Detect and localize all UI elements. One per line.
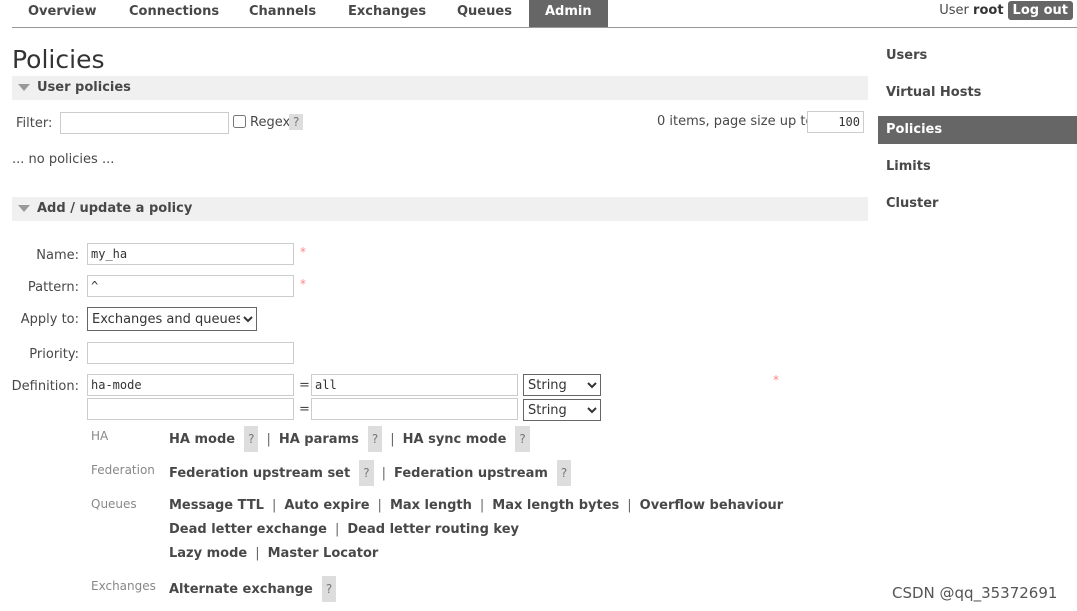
nav-tab-queues[interactable]: Queues bbox=[457, 4, 512, 19]
policy-key-link[interactable]: Max length bytes bbox=[492, 498, 619, 513]
separator: | bbox=[627, 498, 632, 513]
definition-value-input[interactable] bbox=[311, 374, 518, 396]
help-category: Federation bbox=[91, 463, 155, 477]
help-links: Federation upstream set? | Federation upst… bbox=[169, 460, 572, 486]
regex-label: Regex bbox=[250, 115, 291, 130]
regex-checkbox[interactable] bbox=[233, 115, 246, 128]
items-count: 0 items, page size up to bbox=[657, 114, 814, 129]
filter-input[interactable] bbox=[60, 112, 229, 134]
separator: | bbox=[271, 498, 277, 513]
definition-type-select[interactable]: String bbox=[523, 374, 601, 396]
policy-key-link[interactable]: HA mode bbox=[169, 432, 235, 447]
policy-key-link[interactable]: HA params bbox=[279, 432, 359, 447]
priority-input[interactable] bbox=[87, 342, 294, 364]
separator: | bbox=[255, 546, 260, 561]
priority-label: Priority: bbox=[29, 347, 79, 362]
pattern-input[interactable] bbox=[87, 275, 294, 297]
help-button[interactable]: ? bbox=[244, 426, 259, 452]
separator: | bbox=[381, 466, 386, 481]
required-marker: * bbox=[300, 277, 306, 291]
page-title: Policies bbox=[12, 45, 105, 74]
separator: | bbox=[377, 498, 382, 513]
help-links: Alternate exchange? bbox=[169, 576, 337, 602]
help-links: HA mode? | HA params? | HA sync mode? bbox=[169, 426, 530, 452]
user-info: User root Log out bbox=[939, 1, 1073, 20]
definition-key-input[interactable] bbox=[87, 374, 294, 396]
policy-key-link[interactable]: Dead letter routing key bbox=[347, 522, 519, 537]
help-button[interactable]: ? bbox=[556, 460, 572, 486]
sidebar-item-limits[interactable]: Limits bbox=[878, 153, 1077, 181]
policy-key-link[interactable]: Max length bbox=[390, 498, 472, 513]
policy-key-link[interactable]: Federation upstream bbox=[394, 466, 548, 481]
sidebar-item-virtual-hosts[interactable]: Virtual Hosts bbox=[878, 79, 1077, 107]
watermark: CSDN @qq_35372691 bbox=[892, 584, 1058, 602]
separator: | bbox=[334, 522, 340, 537]
policy-key-link[interactable]: Message TTL bbox=[169, 498, 264, 513]
policy-key-link[interactable]: Alternate exchange bbox=[169, 582, 313, 597]
nav-tab-admin[interactable]: Admin bbox=[529, 0, 608, 27]
sidebar-item-cluster[interactable]: Cluster bbox=[878, 190, 1077, 218]
policy-key-link[interactable]: Overflow behaviour bbox=[640, 498, 784, 513]
policy-key-link[interactable]: Federation upstream set bbox=[169, 466, 350, 481]
apply-to-label: Apply to: bbox=[20, 312, 79, 327]
separator: | bbox=[266, 432, 271, 447]
top-nav: Overview Connections Channels Exchanges Queu… bbox=[12, 0, 1077, 28]
policy-key-link[interactable]: Dead letter exchange bbox=[169, 522, 327, 537]
filter-label: Filter: bbox=[16, 116, 53, 131]
policy-key-link[interactable]: Auto expire bbox=[284, 498, 369, 513]
pattern-label: Pattern: bbox=[27, 280, 79, 295]
required-marker: * bbox=[300, 245, 306, 259]
policy-key-link[interactable]: HA sync mode bbox=[403, 432, 507, 447]
help-button[interactable]: ? bbox=[515, 426, 530, 452]
policy-key-link[interactable]: Master Locator bbox=[268, 546, 379, 561]
nav-tab-overview[interactable]: Overview bbox=[28, 4, 97, 19]
regex-help-button[interactable]: ? bbox=[289, 114, 304, 130]
name-label: Name: bbox=[36, 248, 79, 263]
add-policy-section-toggle[interactable]: Add / update a policy bbox=[12, 197, 868, 221]
help-links: Message TTL | Auto expire | Max length | Max l… bbox=[169, 494, 783, 566]
required-marker: * bbox=[773, 373, 779, 387]
user-policies-section-toggle[interactable]: User policies bbox=[12, 76, 868, 100]
separator: | bbox=[479, 498, 485, 513]
definition-type-select[interactable]: String bbox=[523, 399, 601, 421]
collapse-triangle-icon bbox=[18, 205, 30, 212]
section-title: User policies bbox=[37, 80, 131, 95]
definition-key-input[interactable] bbox=[87, 398, 294, 420]
logout-button[interactable]: Log out bbox=[1007, 1, 1073, 20]
equals-sign: = bbox=[299, 378, 310, 393]
policy-key-link[interactable]: Lazy mode bbox=[169, 546, 247, 561]
nav-tab-exchanges[interactable]: Exchanges bbox=[348, 4, 426, 19]
help-category: HA bbox=[91, 429, 109, 443]
sidebar-item-policies[interactable]: Policies bbox=[878, 116, 1077, 144]
help-category: Queues bbox=[91, 497, 137, 511]
definition-value-input[interactable] bbox=[311, 398, 518, 420]
equals-sign: = bbox=[299, 402, 310, 417]
no-policies-text: ... no policies ... bbox=[12, 152, 115, 167]
separator: | bbox=[390, 432, 395, 447]
section-title: Add / update a policy bbox=[37, 201, 193, 216]
help-button[interactable]: ? bbox=[367, 426, 383, 452]
sidebar-item-users[interactable]: Users bbox=[878, 42, 1077, 70]
nav-tab-connections[interactable]: Connections bbox=[129, 4, 219, 19]
apply-to-select[interactable]: Exchanges and queues bbox=[87, 307, 257, 331]
page-size-input[interactable] bbox=[807, 111, 864, 133]
name-input[interactable] bbox=[87, 243, 294, 265]
definition-label: Definition: bbox=[11, 379, 79, 394]
help-button[interactable]: ? bbox=[359, 460, 374, 486]
nav-tab-channels[interactable]: Channels bbox=[249, 4, 316, 19]
help-category: Exchanges bbox=[91, 579, 156, 593]
help-button[interactable]: ? bbox=[321, 576, 337, 602]
user-label: User bbox=[939, 3, 969, 18]
collapse-triangle-icon bbox=[18, 84, 30, 91]
user-name: root bbox=[973, 3, 1004, 18]
